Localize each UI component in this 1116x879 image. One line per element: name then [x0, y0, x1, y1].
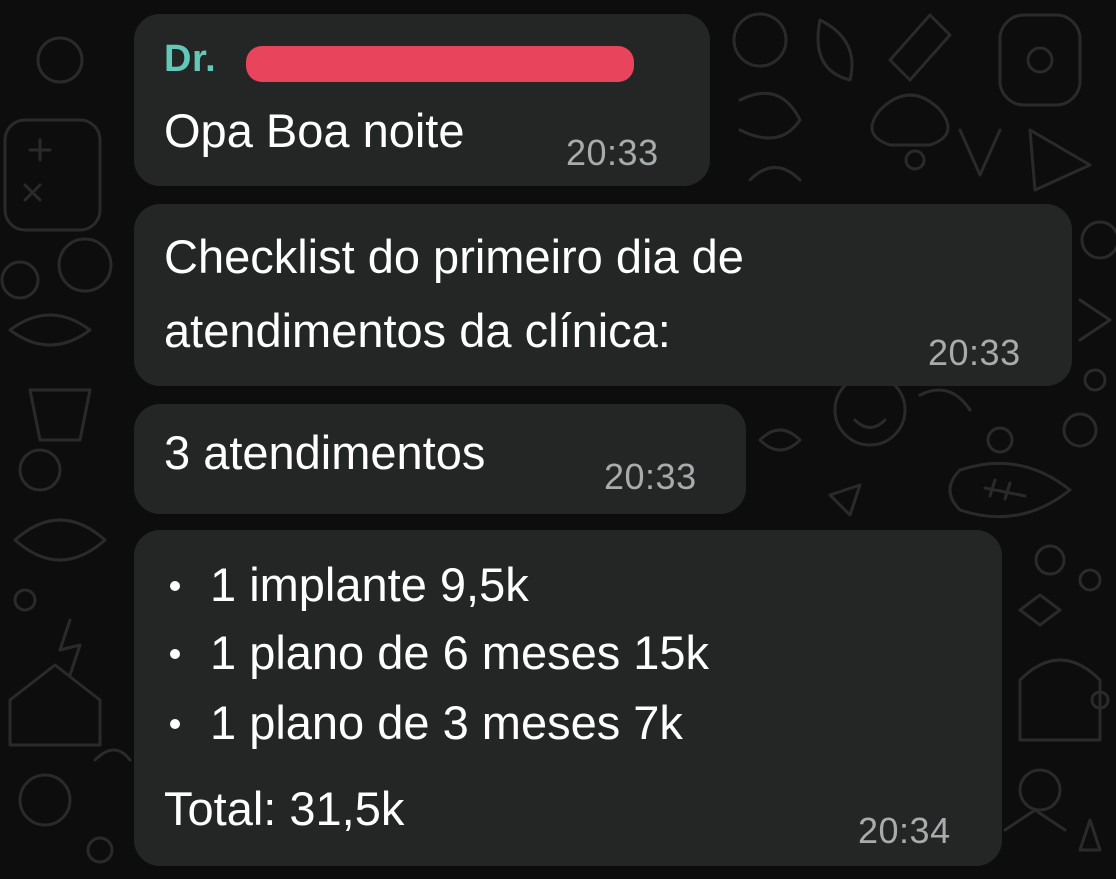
- bullet-icon: [170, 718, 180, 729]
- list-item-text: 1 plano de 6 meses 15k: [210, 626, 710, 679]
- message-timestamp: 20:34: [858, 810, 951, 851]
- bullet-icon: [170, 648, 180, 659]
- sender-name[interactable]: Dr.: [164, 38, 216, 81]
- list-item-text: 1 implante 9,5k: [210, 558, 529, 611]
- message-bubble-summary[interactable]: 1 implante 9,5k 1 plano de 6 meses 15k 1…: [134, 530, 1002, 866]
- message-timestamp: 20:33: [604, 456, 697, 497]
- message-text: Opa Boa noite: [164, 104, 465, 157]
- message-timestamp: 20:33: [928, 332, 1021, 373]
- message-bubble-checklist-title[interactable]: Checklist do primeiro dia de atendimento…: [134, 204, 1072, 386]
- message-bubble-greeting[interactable]: Dr. Opa Boa noite 20:33: [134, 14, 710, 186]
- list-item: 1 implante 9,5k: [170, 550, 529, 620]
- list-item: 1 plano de 6 meses 15k: [170, 618, 709, 688]
- message-bubble-count[interactable]: 3 atendimentos 20:33: [134, 404, 746, 514]
- total-text: Total: 31,5k: [164, 782, 405, 835]
- message-text-line-1: Checklist do primeiro dia de: [164, 230, 744, 283]
- message-text-line-2: atendimentos da clínica:: [164, 304, 671, 357]
- message-text: 3 atendimentos: [164, 426, 486, 479]
- list-item-text: 1 plano de 3 meses 7k: [210, 696, 683, 749]
- list-item: 1 plano de 3 meses 7k: [170, 688, 683, 758]
- bullet-icon: [170, 580, 180, 591]
- redaction-mark: [246, 46, 634, 82]
- message-timestamp: 20:33: [566, 132, 659, 173]
